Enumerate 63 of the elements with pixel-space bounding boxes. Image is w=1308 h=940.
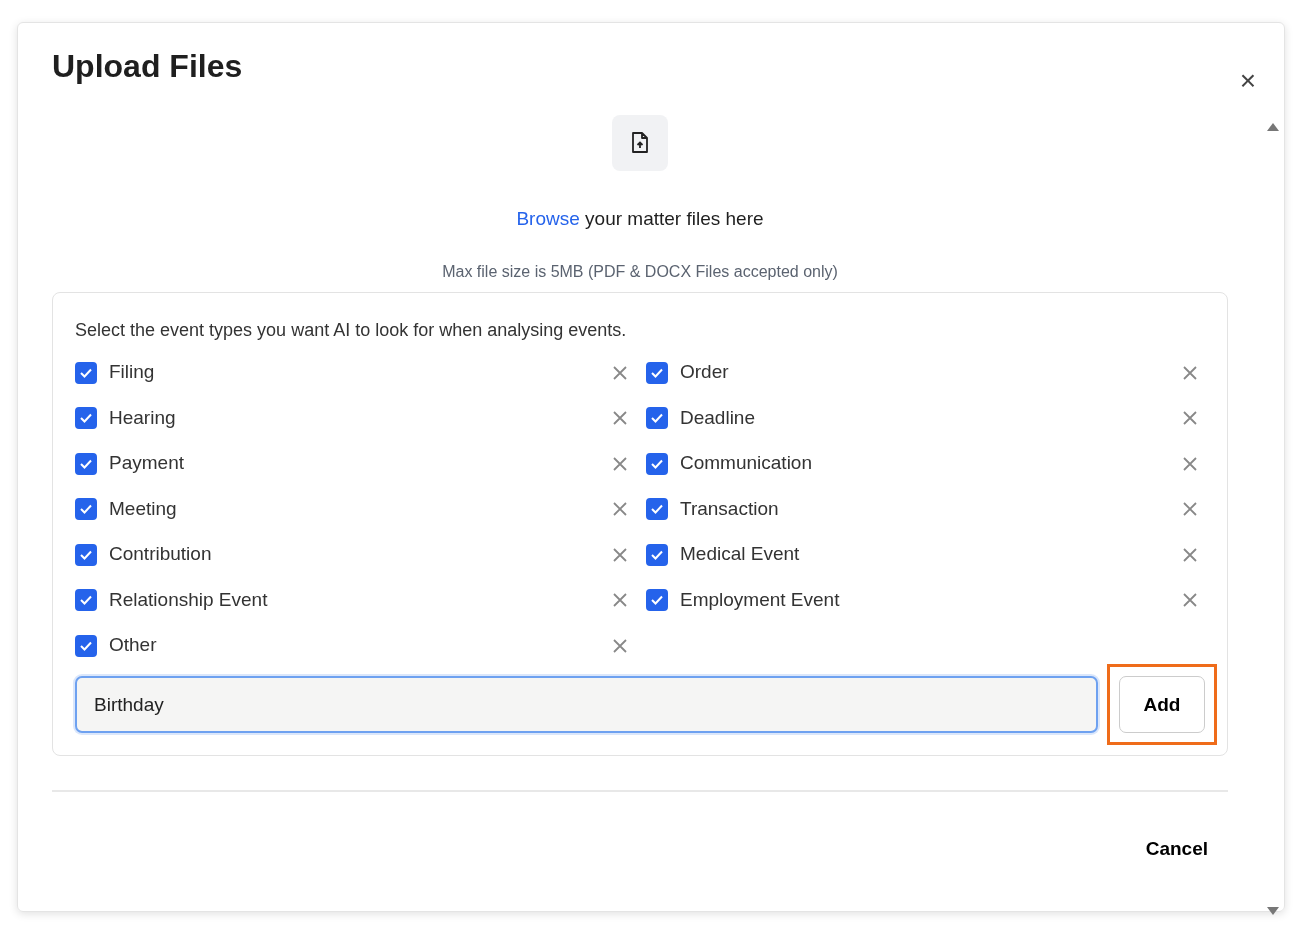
checkmark-icon (80, 504, 92, 515)
dialog-title: Upload Files (52, 47, 244, 86)
checkbox[interactable] (75, 407, 97, 430)
add-button[interactable]: Add (1119, 676, 1205, 734)
remove-icon[interactable] (1182, 364, 1198, 381)
event-type-label: Transaction (680, 496, 780, 521)
checkbox[interactable] (75, 543, 97, 566)
remove-icon[interactable] (612, 546, 628, 563)
remove-icon[interactable] (1182, 501, 1198, 518)
checkmark-icon (651, 413, 663, 424)
event-type-label: Other (109, 633, 158, 658)
checkmark-icon (651, 504, 663, 515)
event-type-label: Communication (680, 451, 813, 476)
checkmark-icon (80, 458, 92, 469)
file-size-hint: Max file size is 5MB (PDF & DOCX Files accepted only) (441, 261, 839, 282)
upload-icon-tile[interactable] (612, 115, 668, 172)
event-type-label: Hearing (109, 405, 177, 430)
checkmark-icon (80, 640, 92, 651)
event-type-label: Order (680, 360, 730, 385)
checkbox[interactable] (646, 498, 668, 521)
file-upload-icon (630, 132, 650, 155)
remove-icon[interactable] (1182, 455, 1198, 472)
checkbox[interactable] (646, 543, 668, 566)
event-type-label: Employment Event (680, 587, 841, 612)
checkbox[interactable] (75, 498, 97, 521)
browse-instruction: Browse your matter files here (515, 207, 765, 232)
checkmark-icon (80, 367, 92, 378)
checkmark-icon (651, 458, 663, 469)
checkbox[interactable] (646, 589, 668, 612)
checkbox[interactable] (646, 452, 668, 475)
checkmark-icon (651, 367, 663, 378)
checkmark-icon (80, 549, 92, 560)
checkmark-icon (80, 595, 92, 606)
event-type-label: Contribution (109, 542, 213, 567)
remove-icon[interactable] (612, 592, 628, 609)
checkmark-icon (651, 595, 663, 606)
remove-icon[interactable] (612, 501, 628, 518)
remove-icon[interactable] (612, 455, 628, 472)
checkbox[interactable] (75, 361, 97, 384)
remove-icon[interactable] (1182, 410, 1198, 427)
event-type-label: Relationship Event (109, 587, 269, 612)
checkbox[interactable] (75, 452, 97, 475)
event-type-label: Meeting (109, 496, 178, 521)
remove-icon[interactable] (1182, 546, 1198, 563)
event-type-label: Medical Event (680, 542, 801, 567)
remove-icon[interactable] (1182, 592, 1198, 609)
remove-icon[interactable] (612, 364, 628, 381)
remove-icon[interactable] (612, 637, 628, 654)
checkbox[interactable] (646, 407, 668, 430)
event-type-input[interactable]: Birthday (75, 676, 1098, 734)
checkbox[interactable] (75, 634, 97, 657)
event-type-label: Filing (109, 360, 156, 385)
remove-icon[interactable] (612, 410, 628, 427)
close-button[interactable]: × (1235, 67, 1260, 95)
checkmark-icon (651, 549, 663, 560)
checkmark-icon (80, 413, 92, 424)
event-type-label: Deadline (680, 405, 756, 430)
browse-link[interactable]: Browse (516, 208, 580, 230)
event-types-instruction: Select the event types you want AI to look for when analysing events. (75, 318, 628, 342)
event-type-label: Payment (109, 451, 185, 476)
cancel-button[interactable]: Cancel (1145, 834, 1208, 863)
checkbox[interactable] (646, 361, 668, 384)
checkbox[interactable] (75, 589, 97, 612)
